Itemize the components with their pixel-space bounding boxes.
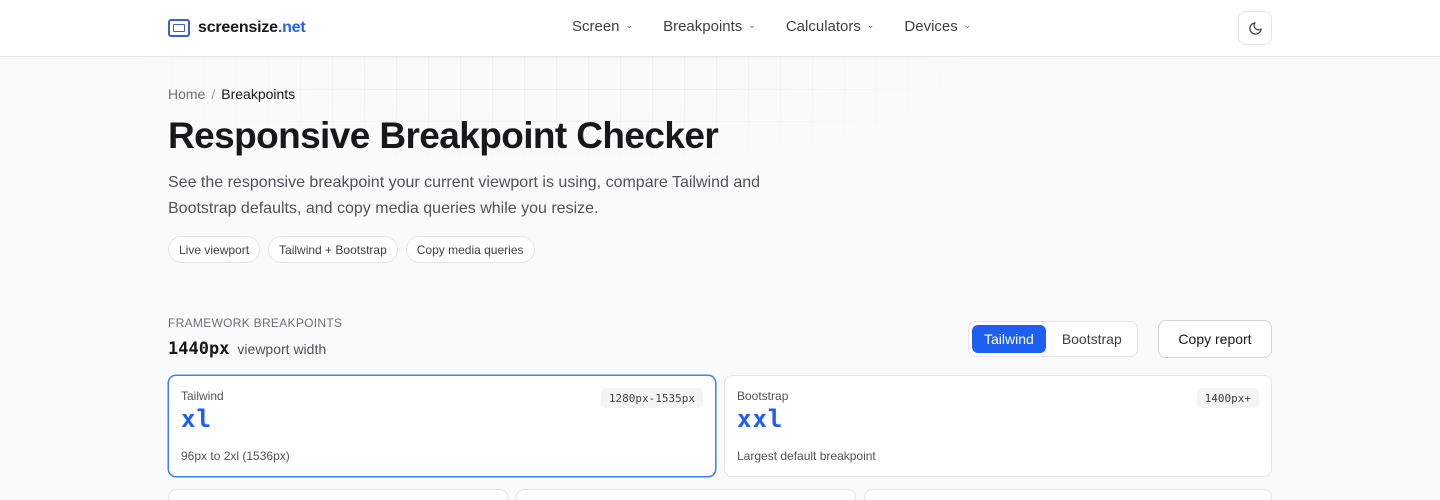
copy-report-button[interactable]: Copy report [1158,320,1272,358]
breadcrumb-current: Breakpoints [221,86,296,102]
chevron-down-icon: ⌄ [963,20,972,30]
chevron-down-icon: ⌄ [866,20,875,30]
toggle-tailwind[interactable]: Tailwind [972,325,1046,353]
page-description: See the responsive breakpoint your curre… [168,174,761,217]
nav-devices[interactable]: Devices ⌄ [904,18,971,35]
chevron-down-icon: ⌄ [625,20,634,30]
feature-chip: Copy media queries [405,236,535,263]
nav-screen[interactable]: Screen ⌄ [572,18,633,35]
nav-label: Calculators [785,18,861,35]
card-breakpoint: xxl [737,405,784,433]
breadcrumb: Home / Breakpoints [168,86,295,102]
page-title: Responsive Breakpoint Checker [168,115,719,156]
viewport-width-caption: viewport width [237,341,327,357]
chevron-down-icon: ⌄ [748,20,756,30]
breadcrumb-separator: / [211,86,216,102]
card-range-badge: 1280px-1535px [600,388,703,408]
logo-name: screensize [198,19,278,36]
logo-text: screensize.net [198,19,306,37]
breakpoint-card-bootstrap[interactable]: Bootstrap 1400px+ xxl Largest default br… [724,375,1272,477]
theme-toggle-button[interactable] [1238,11,1272,45]
card-framework: Bootstrap [737,389,789,403]
logo-tld: .net [277,19,306,36]
top-header: screensize.net Screen ⌄ Breakpoints ⌄ Ca… [0,0,1440,57]
breakpoint-card-tailwind[interactable]: Tailwind 1280px-1535px xl 96px to 2xl (1… [168,375,716,477]
nav-label: Devices [904,18,958,35]
moon-icon [1248,21,1262,35]
section-label: FRAMEWORK BREAKPOINTS [168,316,343,330]
feature-chip: Tailwind + Bootstrap [268,236,398,263]
feature-chip: Live viewport [168,236,261,263]
main-nav: Screen ⌄ Breakpoints ⌄ Calculators ⌄ Dev… [572,18,971,35]
nav-calculators[interactable]: Calculators ⌄ [786,18,875,35]
viewport-readout: 1440px viewport width [168,339,326,359]
nav-label: Screen [572,18,620,35]
nav-breakpoints[interactable]: Breakpoints ⌄ [663,18,756,35]
card-stub [168,489,508,500]
feature-chips: Live viewport Tailwind + Bootstrap Copy … [168,236,535,263]
site-logo[interactable]: screensize.net [168,17,306,39]
framework-toggle: Tailwind Bootstrap [968,321,1138,357]
card-breakpoint: xl [181,405,212,433]
toggle-bootstrap[interactable]: Bootstrap [1050,325,1134,353]
card-range-badge: 1400px+ [1196,388,1259,408]
card-stub [516,489,856,500]
card-note: 96px to 2xl (1536px) [181,449,290,463]
monitor-icon [168,19,190,37]
card-note: Largest default breakpoint [737,449,876,463]
card-stub [864,489,1272,500]
breadcrumb-home[interactable]: Home [168,86,205,102]
nav-label: Breakpoints [663,18,743,35]
viewport-width-value: 1440px [168,339,230,359]
